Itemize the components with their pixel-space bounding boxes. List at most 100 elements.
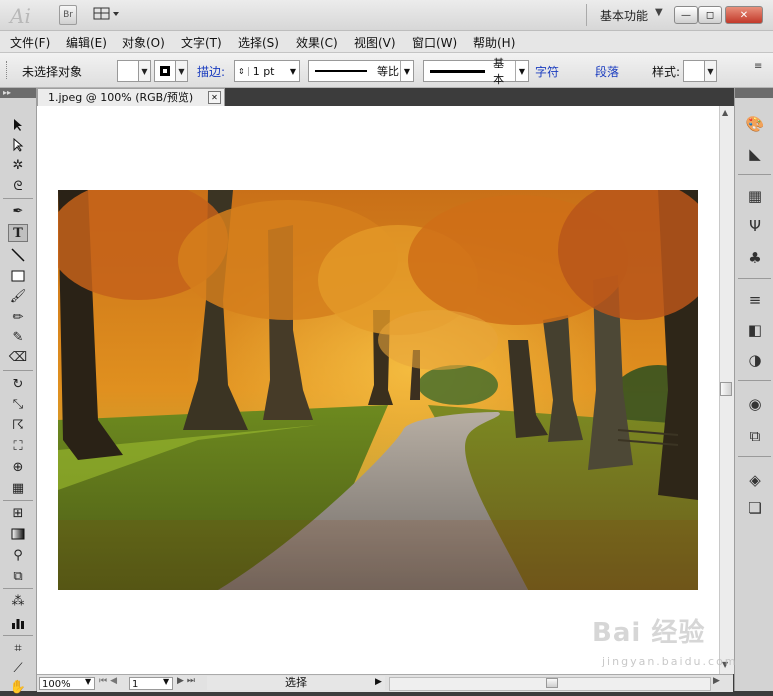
dock-collapse-icon[interactable] bbox=[735, 88, 773, 98]
workspace-switcher[interactable]: 基本功能 bbox=[600, 7, 648, 24]
stroke-weight-field[interactable]: ⇕ 1 pt ▼ bbox=[234, 60, 300, 82]
chevron-down-icon[interactable]: ▼ bbox=[514, 61, 528, 81]
horizontal-scrollbar[interactable] bbox=[389, 677, 711, 691]
horizontal-scroll-thumb[interactable] bbox=[546, 678, 558, 688]
line-tool-icon[interactable] bbox=[8, 246, 28, 264]
fill-swatch[interactable] bbox=[117, 60, 139, 82]
character-panel-link[interactable]: 字符 bbox=[535, 63, 559, 80]
first-prev-artboard-icons[interactable]: ⏮◀ bbox=[99, 676, 120, 686]
grip-handle[interactable] bbox=[6, 61, 9, 79]
profile-preview bbox=[315, 70, 367, 72]
menu-effect[interactable]: 效果(C) bbox=[296, 34, 338, 51]
graphic-styles-icon[interactable]: ⧉ bbox=[744, 426, 766, 446]
gradient-icon[interactable]: ◧ bbox=[744, 320, 766, 340]
arrange-documents-button[interactable] bbox=[93, 5, 121, 23]
gradient-tool-icon[interactable] bbox=[8, 525, 28, 543]
tools-panel-collapse-icon[interactable]: ▸▸ bbox=[0, 88, 36, 98]
eraser-tool-icon[interactable]: ⌫ bbox=[8, 348, 28, 366]
paragraph-panel-link[interactable]: 段落 bbox=[595, 63, 619, 80]
control-bar: 未选择对象 ▼ ▼ 描边: ⇕ 1 pt ▼ 等比 ▼ 基本 ▼ 字符 段落 样… bbox=[0, 53, 773, 88]
hand-tool-icon[interactable]: ✋ bbox=[8, 678, 28, 696]
stroke-icon[interactable]: ≡ bbox=[744, 290, 766, 310]
current-tool-status[interactable]: 选择 bbox=[207, 676, 385, 690]
color-icon[interactable]: 🎨 bbox=[744, 114, 766, 134]
maximize-button[interactable]: ◻ bbox=[698, 6, 722, 24]
close-button[interactable]: ✕ bbox=[725, 6, 763, 24]
chevron-down-icon[interactable]: ▼ bbox=[85, 677, 91, 686]
rotate-tool-icon[interactable]: ↻ bbox=[8, 375, 28, 393]
stroke-square-icon bbox=[160, 66, 170, 76]
symbol-sprayer-tool-icon[interactable]: ⁂ bbox=[8, 592, 28, 610]
scroll-right-icon[interactable]: ▶ bbox=[713, 676, 720, 686]
paintbrush-tool-icon[interactable]: 🖌 bbox=[8, 287, 28, 305]
menu-window[interactable]: 窗口(W) bbox=[412, 34, 457, 51]
pen-tool-icon[interactable]: ✒ bbox=[8, 202, 28, 220]
next-last-artboard-icons[interactable]: ▶⏭ bbox=[177, 676, 198, 686]
baidu-watermark: Bai 经验 bbox=[592, 618, 706, 648]
eyedropper-tool-icon[interactable]: ⚲ bbox=[8, 546, 28, 564]
chevron-down-icon[interactable]: ▼ bbox=[655, 7, 663, 18]
brush-definition[interactable]: 基本 ▼ bbox=[423, 57, 529, 86]
blend-tool-icon[interactable]: ⧉ bbox=[8, 567, 28, 585]
brush-label: 基本 bbox=[493, 57, 505, 86]
artboards-icon[interactable]: ❏ bbox=[744, 498, 766, 518]
artboard-tool-icon[interactable]: ⌗ bbox=[8, 639, 28, 657]
status-menu-icon[interactable]: ▶ bbox=[375, 677, 382, 687]
stroke-panel-link[interactable]: 描边: bbox=[197, 63, 225, 80]
selection-tool-icon[interactable] bbox=[8, 116, 28, 134]
menu-help[interactable]: 帮助(H) bbox=[473, 34, 515, 51]
profile-label: 等比 bbox=[377, 65, 399, 78]
selection-status: 未选择对象 bbox=[22, 65, 83, 79]
perspective-grid-tool-icon[interactable]: ▦ bbox=[8, 479, 28, 497]
brushes-icon[interactable]: Ψ bbox=[744, 216, 766, 236]
scale-tool-icon[interactable]: ⤡ bbox=[8, 395, 28, 413]
chevron-down-icon[interactable]: ▼ bbox=[399, 61, 413, 81]
autumn-road-photo[interactable] bbox=[58, 190, 698, 590]
status-bar: 100% ▼ ⏮◀ 1 ▼ ▶⏭ 选择 ▶ ▶ bbox=[37, 674, 733, 692]
style-dropdown-icon[interactable]: ▼ bbox=[704, 60, 717, 82]
scroll-up-icon[interactable]: ▲ bbox=[722, 108, 728, 117]
stepper-icon[interactable]: ⇕ bbox=[235, 66, 249, 76]
menu-type[interactable]: 文字(T) bbox=[181, 34, 222, 51]
chevron-down-icon[interactable]: ▼ bbox=[290, 67, 299, 76]
mesh-tool-icon[interactable]: ⊞ bbox=[8, 504, 28, 522]
document-canvas[interactable] bbox=[37, 106, 719, 674]
direct-selection-tool-icon[interactable] bbox=[8, 136, 28, 154]
minimize-button[interactable]: — bbox=[674, 6, 698, 24]
stroke-swatch[interactable] bbox=[154, 60, 176, 82]
menu-select[interactable]: 选择(S) bbox=[238, 34, 279, 51]
close-tab-icon[interactable]: ✕ bbox=[208, 91, 221, 104]
menu-file[interactable]: 文件(F) bbox=[10, 34, 50, 51]
menu-object[interactable]: 对象(O) bbox=[122, 34, 165, 51]
transparency-icon[interactable]: ◑ bbox=[744, 350, 766, 370]
free-transform-tool-icon[interactable]: ⛶ bbox=[8, 437, 28, 455]
document-tab[interactable]: 1.jpeg @ 100% (RGB/预览) bbox=[37, 88, 225, 106]
graphic-style-swatch[interactable] bbox=[683, 60, 705, 82]
bridge-button[interactable]: Br bbox=[59, 5, 77, 25]
panel-menu-icon[interactable]: ≡ bbox=[754, 61, 762, 72]
rectangle-tool-icon[interactable] bbox=[8, 267, 28, 285]
swatches-icon[interactable]: ▦ bbox=[744, 186, 766, 206]
chevron-down-icon[interactable]: ▼ bbox=[163, 677, 169, 686]
warp-tool-icon[interactable]: ☈ bbox=[8, 416, 28, 434]
scroll-thumb[interactable] bbox=[720, 382, 732, 396]
slice-tool-icon[interactable]: ⟋ bbox=[8, 659, 28, 677]
divider bbox=[586, 4, 587, 26]
layers-icon[interactable]: ◈ bbox=[744, 470, 766, 490]
symbols-icon[interactable]: ♣ bbox=[744, 248, 766, 268]
panel-dock: 🎨 ◣ ▦ Ψ ♣ ≡ ◧ ◑ ◉ ⧉ ◈ ❏ bbox=[734, 88, 773, 691]
appearance-icon[interactable]: ◉ bbox=[744, 394, 766, 414]
color-guide-icon[interactable]: ◣ bbox=[744, 144, 766, 164]
blob-brush-tool-icon[interactable]: ✎ bbox=[8, 328, 28, 346]
stroke-dropdown-icon[interactable]: ▼ bbox=[175, 60, 188, 82]
pencil-tool-icon[interactable]: ✏ bbox=[8, 308, 28, 326]
shape-builder-tool-icon[interactable]: ⊕ bbox=[8, 458, 28, 476]
lasso-tool-icon[interactable]: ᘓ bbox=[8, 177, 28, 195]
column-graph-tool-icon[interactable] bbox=[8, 614, 28, 632]
type-tool-icon[interactable]: T bbox=[8, 224, 28, 242]
magic-wand-tool-icon[interactable]: ✲ bbox=[8, 156, 28, 174]
menu-view[interactable]: 视图(V) bbox=[354, 34, 396, 51]
variable-width-profile[interactable]: 等比 ▼ bbox=[308, 60, 414, 82]
fill-dropdown-icon[interactable]: ▼ bbox=[138, 60, 151, 82]
menu-edit[interactable]: 编辑(E) bbox=[66, 34, 107, 51]
